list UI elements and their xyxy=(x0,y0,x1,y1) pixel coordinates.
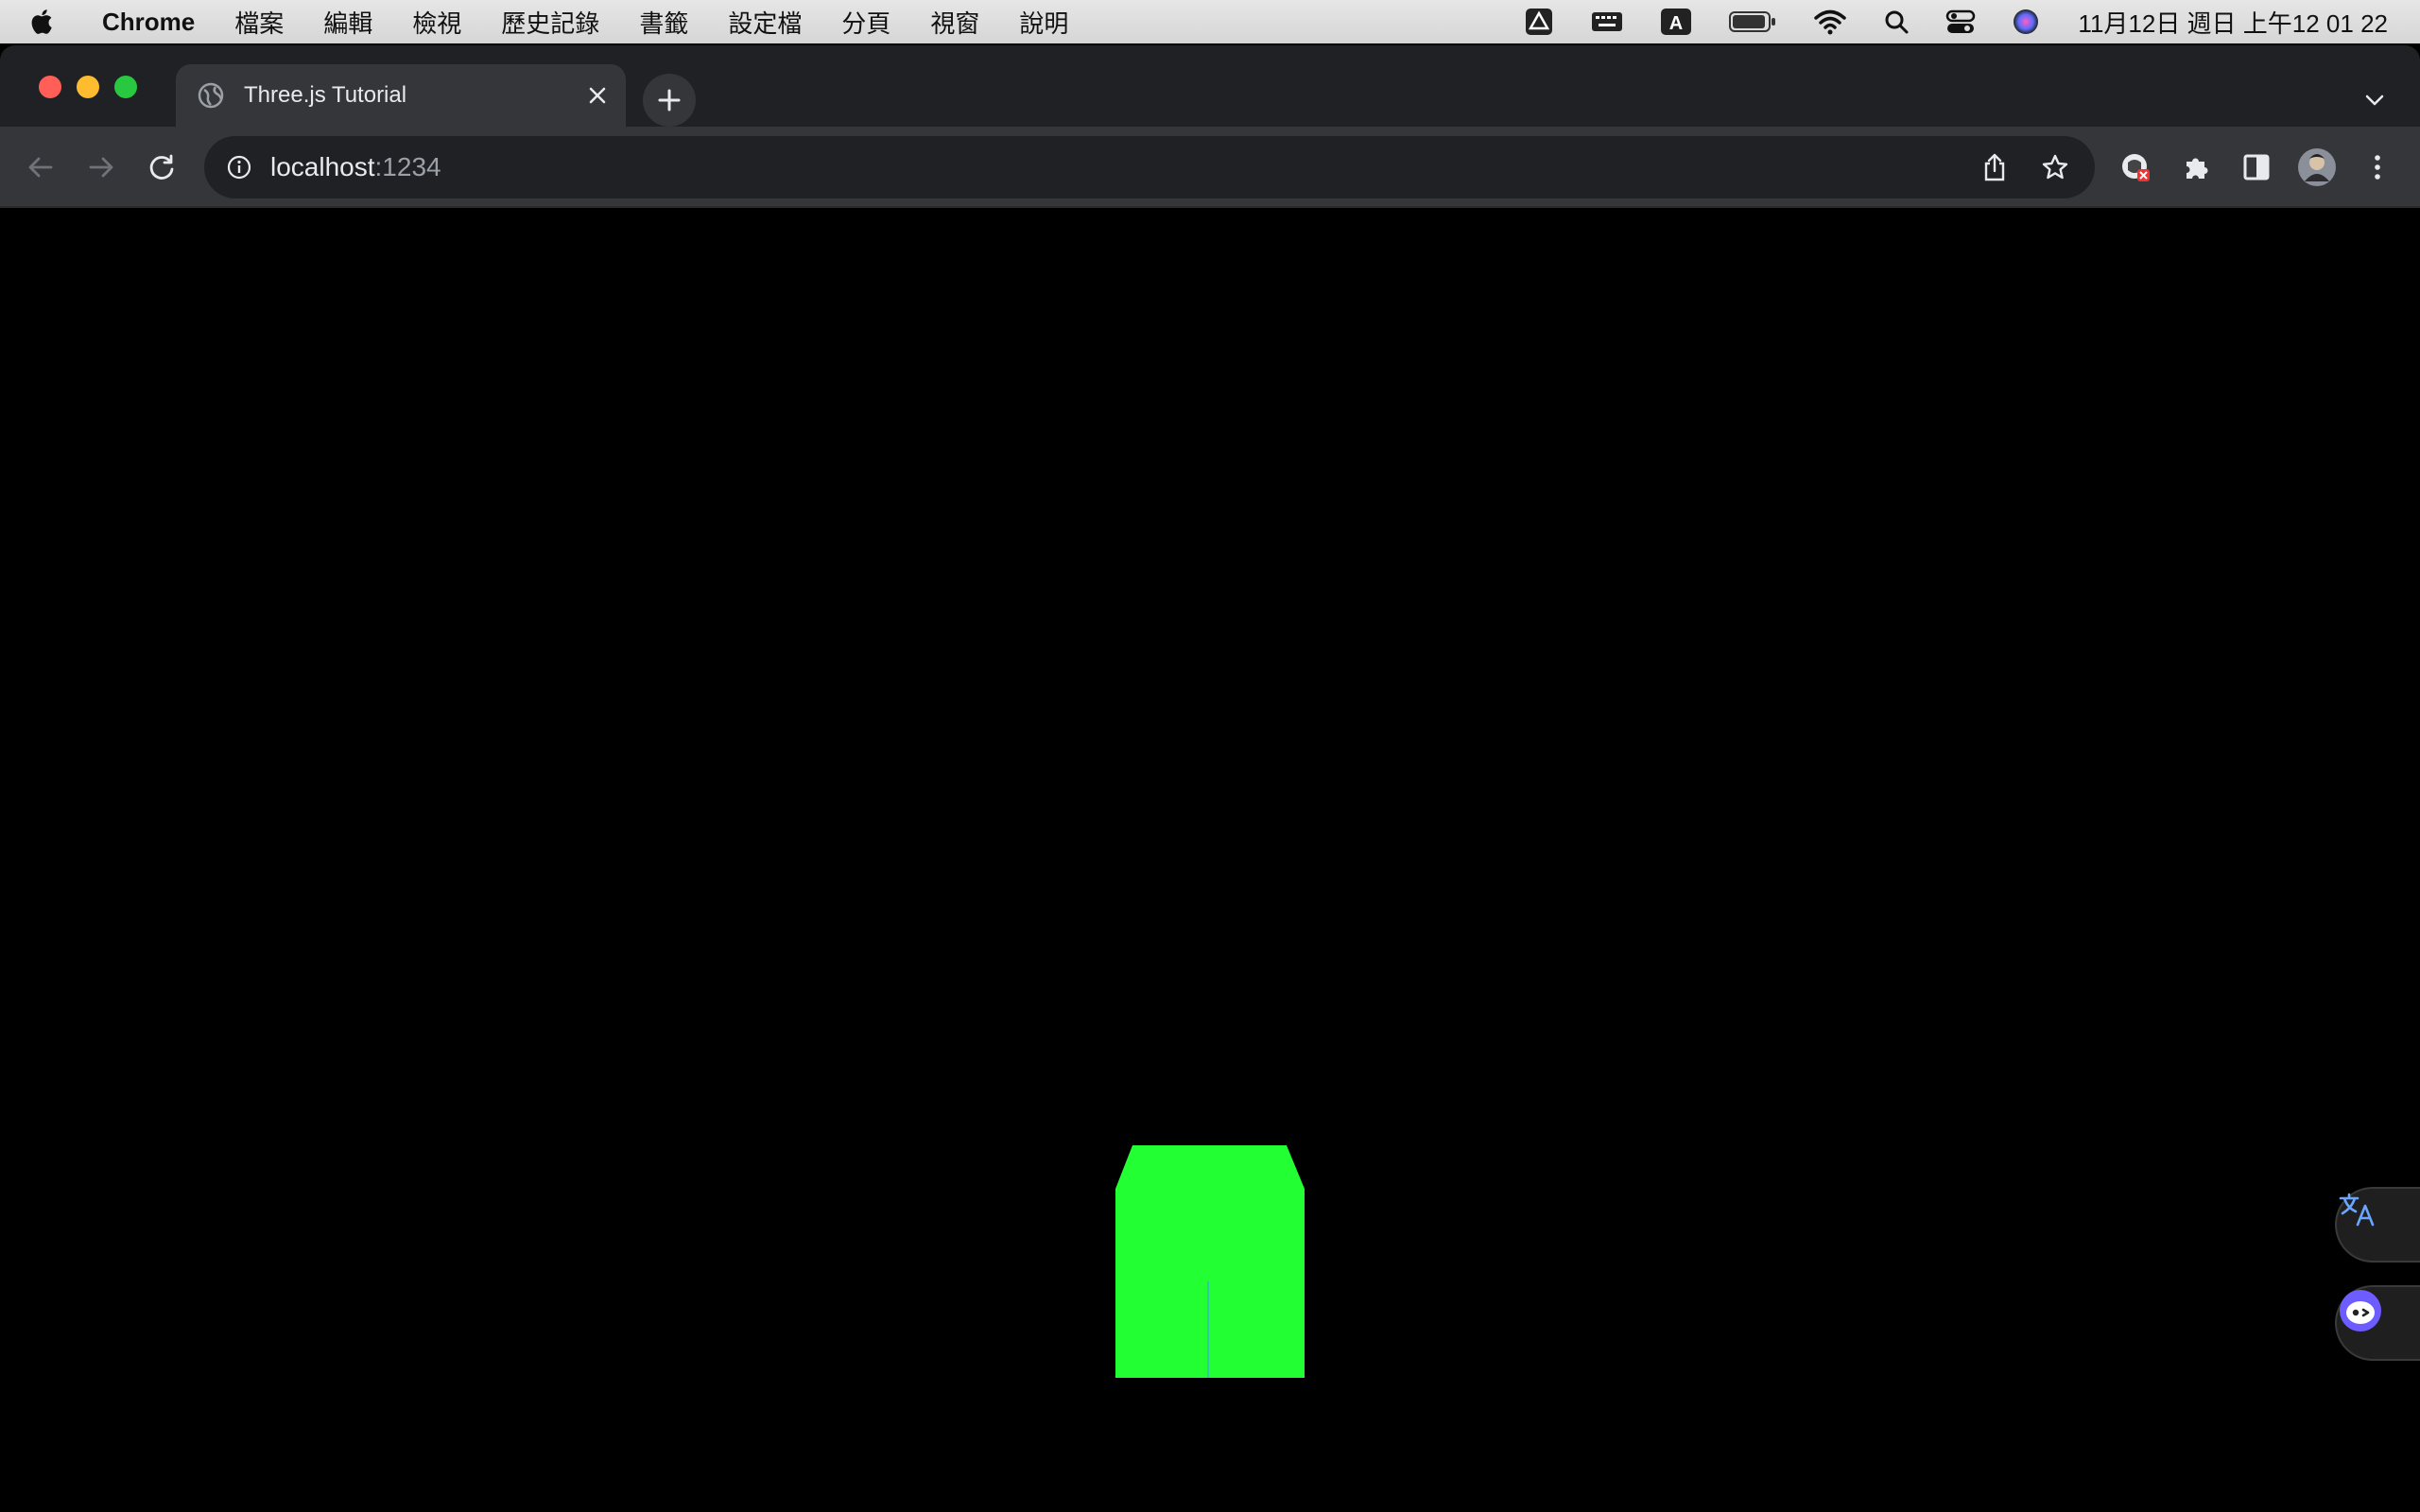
close-window-button[interactable] xyxy=(39,76,61,98)
google-drive-icon[interactable] xyxy=(1524,7,1554,37)
macos-menu-bar: Chrome 檔案 編輯 檢視 歷史記錄 書籤 設定檔 分頁 視窗 說明 A 1… xyxy=(0,0,2420,43)
tab-strip: Three.js Tutorial xyxy=(0,45,2420,127)
close-tab-icon[interactable] xyxy=(579,77,616,114)
browser-toolbar: localhost:1234 xyxy=(0,127,2420,208)
assistant-button[interactable] xyxy=(2335,1285,2420,1361)
plus-icon xyxy=(658,89,681,112)
tab-search-chevron-icon[interactable] xyxy=(2358,83,2392,117)
control-center-icon[interactable] xyxy=(1945,9,1976,35)
more-icon[interactable] xyxy=(2356,146,2399,189)
address-bar[interactable]: localhost:1234 xyxy=(204,136,2095,198)
url-host: localhost xyxy=(270,152,375,181)
assistant-icon xyxy=(2340,1290,2381,1332)
siri-icon[interactable] xyxy=(2012,8,2040,36)
menu-edit[interactable]: 編輯 xyxy=(323,5,372,40)
url-port: :1234 xyxy=(374,152,441,181)
fullscreen-window-button[interactable] xyxy=(114,76,137,98)
new-tab-button[interactable] xyxy=(643,74,696,127)
translate-button[interactable] xyxy=(2335,1187,2420,1263)
menu-view[interactable]: 檢視 xyxy=(412,5,461,40)
scene-render xyxy=(1115,397,2059,1512)
menu-profiles[interactable]: 設定檔 xyxy=(728,5,802,40)
url-text: localhost:1234 xyxy=(270,152,441,182)
menu-history[interactable]: 歷史記錄 xyxy=(501,5,599,40)
threejs-canvas[interactable] xyxy=(0,210,2420,1512)
wifi-icon[interactable] xyxy=(1813,9,1847,35)
globe-icon xyxy=(197,81,225,110)
input-source-icon[interactable]: A xyxy=(1660,7,1692,37)
menu-file[interactable]: 檔案 xyxy=(234,5,284,40)
puzzle-icon[interactable] xyxy=(2174,146,2218,189)
menu-help[interactable]: 說明 xyxy=(1019,5,1068,40)
spotlight-icon[interactable] xyxy=(1883,9,1910,35)
keyboard-icon[interactable] xyxy=(1590,9,1624,35)
svg-text:A: A xyxy=(1669,13,1683,34)
forward-icon[interactable] xyxy=(79,146,123,189)
browser-window: Three.js Tutorial localhost:1234 xyxy=(0,45,2420,1512)
menu-window[interactable]: 視窗 xyxy=(930,5,979,40)
reload-icon[interactable] xyxy=(140,146,183,189)
battery-icon[interactable] xyxy=(1728,9,1777,35)
menu-clock[interactable]: 11月12日 週日 上午12 01 22 xyxy=(2078,5,2388,40)
bookmark-star-icon[interactable] xyxy=(2032,145,2078,190)
menu-bookmarks[interactable]: 書籤 xyxy=(639,5,688,40)
minimize-window-button[interactable] xyxy=(77,76,99,98)
menu-app-name[interactable]: Chrome xyxy=(102,8,195,37)
back-icon[interactable] xyxy=(19,146,62,189)
translate-icon xyxy=(2339,1193,2375,1227)
green-cube xyxy=(1115,1145,1305,1378)
apple-icon[interactable] xyxy=(28,0,76,43)
tab-active[interactable]: Three.js Tutorial xyxy=(176,64,626,127)
site-info-icon[interactable] xyxy=(225,153,253,181)
tab-title: Three.js Tutorial xyxy=(244,82,407,108)
menu-tabs[interactable]: 分頁 xyxy=(841,5,890,40)
avatar[interactable] xyxy=(2295,146,2339,189)
share-icon[interactable] xyxy=(1972,145,2017,190)
side-panel-icon[interactable] xyxy=(2235,146,2278,189)
extension-blocked-icon[interactable] xyxy=(2114,146,2157,189)
